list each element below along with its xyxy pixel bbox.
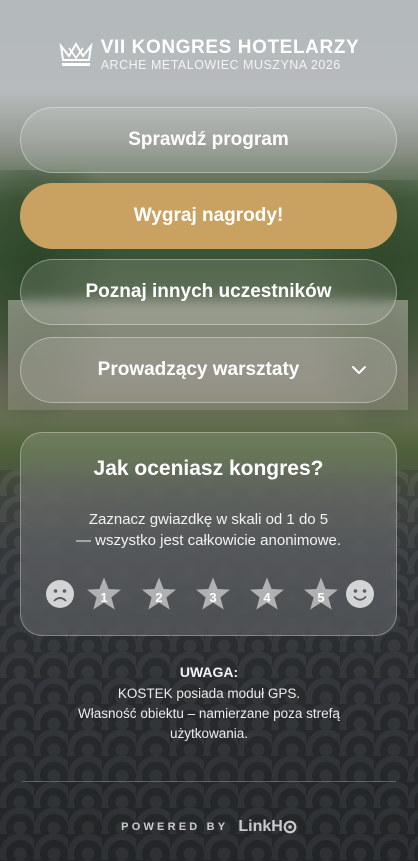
button-label: Wygraj nagrody!	[133, 205, 284, 226]
rating-card: Jak oceniasz kongres? Zaznacz gwiazdkę w…	[20, 432, 397, 636]
crown-logo-icon	[59, 41, 93, 66]
notice-line: Własność obiektu – namierzane poza stref…	[78, 706, 340, 722]
rating-anonymity-note: — wszystko jest całkowicie anonimowe.	[75, 532, 342, 549]
star-number: 2	[155, 590, 163, 605]
rating-star-1[interactable]: 1	[85, 576, 123, 612]
workshop-leaders-dropdown[interactable]: Prowadzący warsztaty	[20, 337, 397, 403]
gps-notice: UWAGA: KOSTEK posiada moduł GPS. Własnoś…	[0, 664, 418, 744]
star-number: 4	[263, 590, 271, 605]
meet-participants-button[interactable]: Poznaj innych uczestników	[20, 259, 397, 325]
rating-instruction: Zaznacz gwiazdkę w skali od 1 do 5	[88, 511, 329, 528]
star-number: 5	[317, 590, 325, 605]
page-title: VII KONGRES HOTELARZY	[100, 37, 360, 58]
notice-line: KOSTEK posiada moduł GPS.	[117, 686, 301, 701]
brand-name: LinkH	[238, 818, 283, 835]
star-number: 1	[100, 590, 108, 605]
button-label: Prowadzący warsztaty	[97, 359, 300, 380]
button-label: Sprawdź program	[128, 129, 289, 150]
win-prizes-button[interactable]: Wygraj nagrody!	[20, 183, 397, 249]
happy-face-icon	[346, 580, 374, 608]
notice-line: użytkowania.	[169, 726, 249, 742]
rating-star-4[interactable]: 4	[248, 576, 286, 612]
footer-divider	[22, 781, 396, 782]
rating-title: Jak oceniasz kongres?	[93, 457, 324, 480]
rating-row: 1 2 3 4 5	[45, 576, 375, 612]
star-number: 3	[209, 590, 217, 605]
rating-star-3[interactable]: 3	[194, 576, 232, 612]
powered-by-label: POWERED BY	[121, 821, 229, 833]
notice-title: UWAGA:	[179, 664, 239, 680]
powered-by[interactable]: POWERED BY LinkH	[0, 818, 418, 836]
linkhub-logo: LinkH	[238, 818, 297, 836]
chevron-down-icon	[352, 366, 366, 374]
sad-face-icon	[46, 580, 74, 608]
rating-star-5[interactable]: 5	[302, 576, 340, 612]
button-label: Poznaj innych uczestników	[85, 281, 332, 302]
header: VII KONGRES HOTELARZY ARCHE METALOWIEC M…	[0, 38, 418, 72]
rating-star-2[interactable]: 2	[140, 576, 178, 612]
brand-mark-icon	[283, 820, 297, 834]
page-subtitle: ARCHE METALOWIEC MUSZYNA 2026	[100, 58, 341, 72]
check-program-button[interactable]: Sprawdź program	[20, 107, 397, 173]
